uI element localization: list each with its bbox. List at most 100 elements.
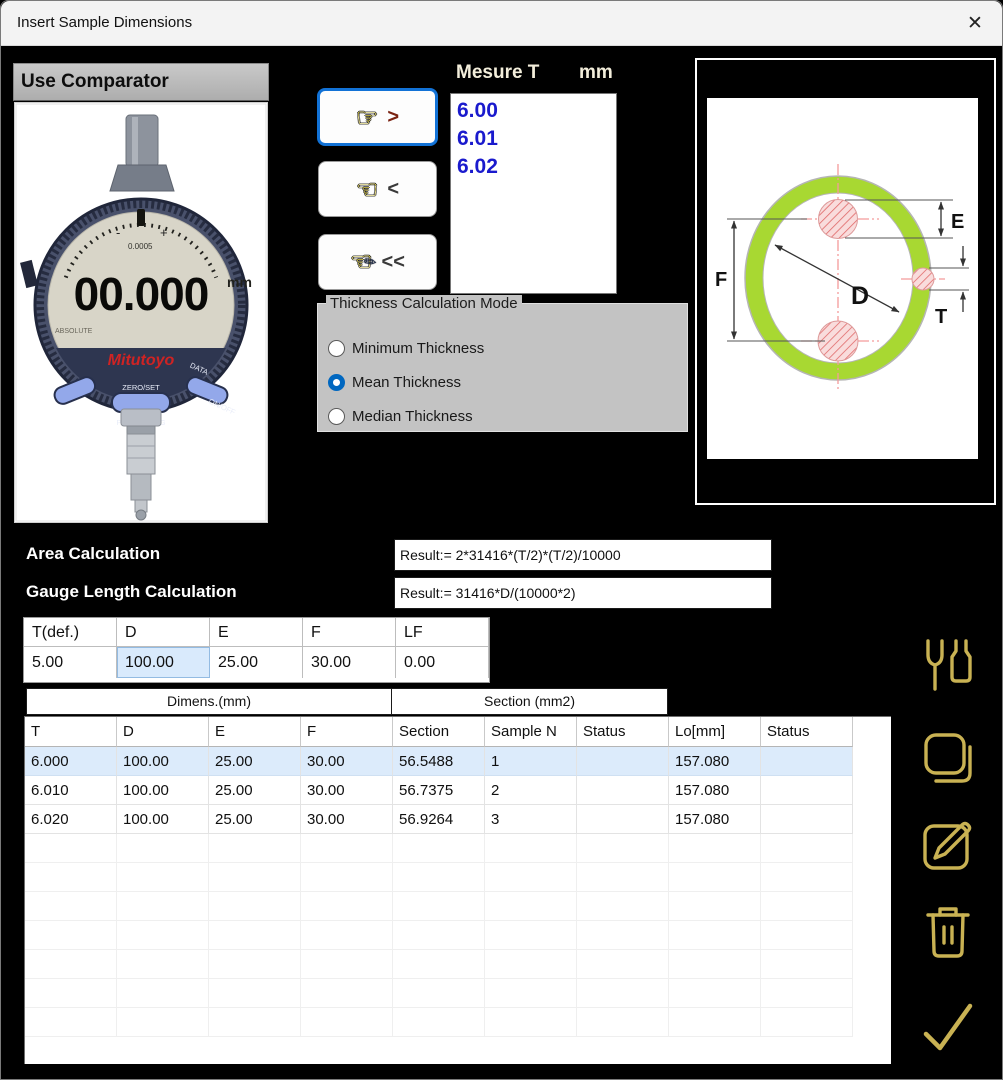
results-empty-row (25, 950, 891, 979)
mode-option-label: Mean Thickness (352, 374, 461, 391)
check-icon (918, 998, 978, 1058)
results-cell (761, 805, 853, 834)
mode-option-mean-thickness[interactable]: Mean Thickness (328, 374, 461, 391)
results-cell: 157.080 (669, 747, 761, 776)
results-cell (761, 776, 853, 805)
results-header-row: TDEFSectionSample NStatusLo[mm]Status (25, 717, 891, 747)
results-cell: 100.00 (117, 805, 209, 834)
duplicate-icon (920, 729, 976, 789)
dim-label-e: E (951, 211, 964, 233)
sample-circle-right (912, 268, 934, 290)
results-row[interactable]: 6.020100.0025.0030.0056.92643157.080 (25, 805, 891, 834)
results-header-cell[interactable]: Section (393, 717, 485, 747)
duplicate-button[interactable] (914, 727, 982, 791)
results-header-cell[interactable]: Status (761, 717, 853, 747)
confirm-button[interactable] (914, 996, 982, 1060)
results-header-cell[interactable]: T (25, 717, 117, 747)
results-empty-row (25, 921, 891, 950)
results-cell (577, 747, 669, 776)
defaults-header-cell: F (303, 618, 396, 647)
measure-list-item[interactable]: 6.02 (457, 153, 616, 181)
mode-option-label: Median Thickness (352, 408, 473, 425)
sample-circle-top (819, 200, 858, 239)
move-right-button[interactable]: ☞ > (317, 88, 438, 146)
defaults-value-cell[interactable]: 25.00 (210, 647, 303, 678)
measure-list-item[interactable]: 6.00 (457, 97, 616, 125)
results-cell: 56.7375 (393, 776, 485, 805)
results-cell: 25.00 (209, 776, 301, 805)
gauge-value: 00.000 (74, 268, 209, 320)
radio-icon[interactable] (328, 340, 345, 357)
results-empty-row (25, 834, 891, 863)
use-comparator-button[interactable]: Use Comparator (13, 63, 269, 101)
measure-list-item[interactable]: 6.01 (457, 125, 616, 153)
defaults-value-cell[interactable]: 100.00 (117, 647, 210, 678)
results-cell: 30.00 (301, 805, 393, 834)
gauge-minus: - (116, 225, 120, 240)
move-right-label: > (387, 106, 399, 129)
results-cell: 25.00 (209, 747, 301, 776)
gauge-length-calculation-field[interactable]: Result:= 31416*D/(10000*2) (394, 577, 772, 609)
results-header-cell[interactable]: D (117, 717, 209, 747)
gauge-label-zeroset: ZERO/SET (122, 383, 160, 392)
move-left-label: < (387, 178, 399, 201)
edit-button[interactable] (914, 814, 982, 878)
defaults-header-cell: E (210, 618, 303, 647)
mode-option-minimum-thickness[interactable]: Minimum Thickness (328, 340, 484, 357)
glassware-icon (920, 637, 976, 697)
results-table[interactable]: TDEFSectionSample NStatusLo[mm]Status6.0… (24, 716, 891, 1064)
results-cell: 6.020 (25, 805, 117, 834)
results-header-cell[interactable]: F (301, 717, 393, 747)
mode-option-label: Minimum Thickness (352, 340, 484, 357)
results-header-cell[interactable]: Status (577, 717, 669, 747)
delete-button[interactable] (914, 901, 982, 965)
comparator-photo: - + 0.0005 mm 00.000 ABSOLUTE Mitutoyo Z… (14, 102, 268, 523)
defaults-table[interactable]: T(def.)DEFLF5.00100.0025.0030.000.00 (23, 617, 490, 683)
mode-option-median-thickness[interactable]: Median Thickness (328, 408, 473, 425)
gauge-absolute-text: ABSOLUTE (55, 328, 93, 335)
defaults-header-row: T(def.)DEFLF (24, 618, 489, 647)
radio-icon[interactable] (328, 408, 345, 425)
results-header-cell[interactable]: E (209, 717, 301, 747)
results-cell (761, 747, 853, 776)
dim-label-f: F (715, 269, 727, 291)
results-cell: 6.000 (25, 747, 117, 776)
results-row[interactable]: 6.000100.0025.0030.0056.54881157.080 (25, 747, 891, 776)
close-icon[interactable]: ✕ (960, 9, 990, 37)
move-left-button[interactable]: ☜ < (318, 161, 437, 217)
move-all-left-button[interactable]: ☜ ✎ << (318, 234, 437, 290)
gauge-brand: Mitutoyo (108, 352, 175, 369)
results-cell: 157.080 (669, 776, 761, 805)
ring-diagram: E F D T (707, 98, 978, 459)
dim-label-d: D (851, 282, 869, 310)
defaults-value-cell[interactable]: 0.00 (396, 647, 489, 678)
results-cell: 30.00 (301, 747, 393, 776)
measure-title: Mesure T (456, 62, 539, 84)
results-cell: 100.00 (117, 776, 209, 805)
defaults-value-row: 5.00100.0025.0030.000.00 (24, 647, 489, 678)
gauge-length-calculation-label: Gauge Length Calculation (26, 582, 237, 602)
results-header-cell[interactable]: Sample N (485, 717, 577, 747)
results-cell: 3 (485, 805, 577, 834)
groupbox-title: Thickness Calculation Mode (326, 295, 522, 312)
results-cell: 56.5488 (393, 747, 485, 776)
area-calculation-field[interactable]: Result:= 2*31416*(T/2)*(T/2)/10000 (394, 539, 772, 571)
title-bar: Insert Sample Dimensions ✕ (1, 1, 1002, 46)
glassware-button[interactable] (914, 635, 982, 699)
defaults-value-cell[interactable]: 5.00 (24, 647, 117, 678)
results-header-cell[interactable]: Lo[mm] (669, 717, 761, 747)
results-cell (577, 805, 669, 834)
radio-selected-icon[interactable] (328, 374, 345, 391)
dim-label-t: T (935, 306, 947, 328)
gauge-plus: + (160, 225, 168, 240)
measure-listbox[interactable]: 6.006.016.02 (450, 93, 617, 294)
results-cell: 25.00 (209, 805, 301, 834)
defaults-header-cell: D (117, 618, 210, 647)
hand-right-icon: ☞ (356, 105, 378, 130)
defaults-value-cell[interactable]: 30.00 (303, 647, 396, 678)
results-row[interactable]: 6.010100.0025.0030.0056.73752157.080 (25, 776, 891, 805)
window-title: Insert Sample Dimensions (17, 14, 192, 31)
results-cell: 1 (485, 747, 577, 776)
results-cell (577, 776, 669, 805)
gauge-stem (121, 409, 161, 426)
